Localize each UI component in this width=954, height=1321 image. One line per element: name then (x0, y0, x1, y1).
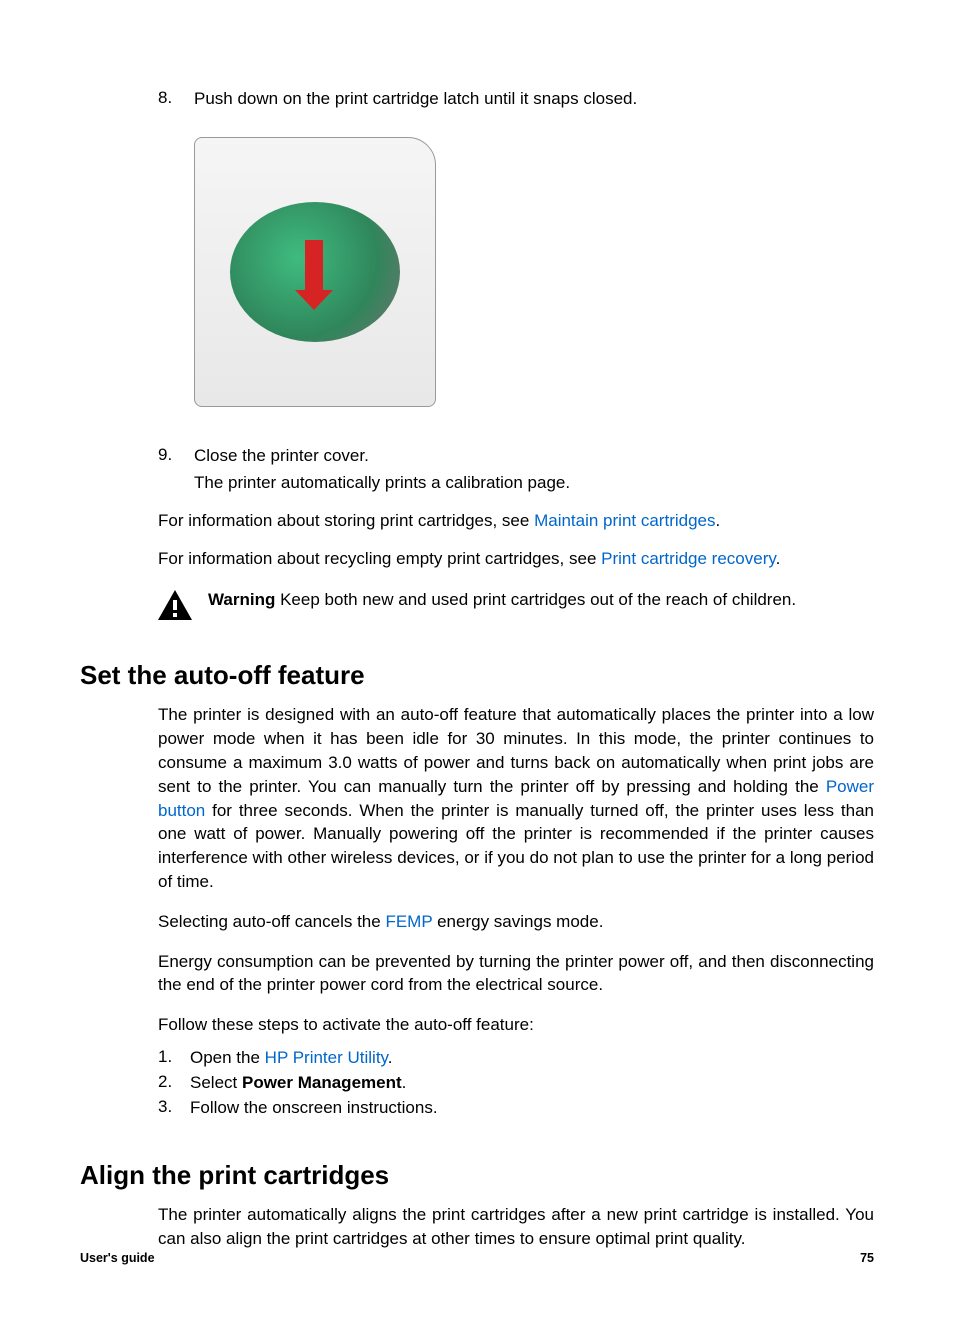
warning-label: Warning (208, 590, 275, 609)
autooff-p1-b: for three seconds. When the printer is m… (158, 801, 874, 891)
warning-text: Warning Keep both new and used print car… (208, 588, 796, 612)
autooff-step-2: 2. Select Power Management. (158, 1072, 874, 1095)
autooff-p3: Energy consumption can be prevented by t… (158, 950, 874, 998)
step-9-number: 9. (158, 445, 194, 468)
autooff-step-2-text: Select Power Management. (190, 1072, 406, 1095)
info-storing-suffix: . (716, 511, 721, 530)
figure-cartridge-latch (194, 137, 436, 407)
autooff-step-1-prefix: Open the (190, 1048, 265, 1067)
autooff-step-1: 1. Open the HP Printer Utility. (158, 1047, 874, 1070)
autooff-step-2-num: 2. (158, 1072, 190, 1095)
footer-page-number: 75 (860, 1251, 874, 1265)
autooff-step-2-bold: Power Management (242, 1073, 402, 1092)
step-9-text: Close the printer cover. (194, 445, 369, 468)
step-9-subtext: The printer automatically prints a calib… (194, 472, 874, 495)
autooff-step-2-suffix: . (402, 1073, 407, 1092)
link-hp-printer-utility[interactable]: HP Printer Utility (265, 1048, 388, 1067)
step-8: 8. Push down on the print cartridge latc… (158, 88, 874, 111)
info-storing-prefix: For information about storing print cart… (158, 511, 534, 530)
info-storing: For information about storing print cart… (158, 509, 874, 533)
warning-block: Warning Keep both new and used print car… (158, 588, 874, 620)
info-recycling-prefix: For information about recycling empty pr… (158, 549, 601, 568)
autooff-step-3-num: 3. (158, 1097, 190, 1120)
footer-left: User's guide (80, 1251, 155, 1265)
autooff-step-3: 3. Follow the onscreen instructions. (158, 1097, 874, 1120)
autooff-step-1-suffix: . (388, 1048, 393, 1067)
figure-down-arrow-icon (305, 240, 323, 292)
autooff-step-1-text: Open the HP Printer Utility. (190, 1047, 393, 1070)
autooff-p4: Follow these steps to activate the auto-… (158, 1013, 874, 1037)
step-9: 9. Close the printer cover. (158, 445, 874, 468)
page-content: 8. Push down on the print cartridge latc… (80, 88, 874, 1250)
info-recycling: For information about recycling empty pr… (158, 547, 874, 571)
step-8-number: 8. (158, 88, 194, 111)
autooff-steps: 1. Open the HP Printer Utility. 2. Selec… (158, 1047, 874, 1120)
link-maintain-cartridges[interactable]: Maintain print cartridges (534, 511, 715, 530)
autooff-p2: Selecting auto-off cancels the FEMP ener… (158, 910, 874, 934)
autooff-p2-a: Selecting auto-off cancels the (158, 912, 385, 931)
step-8-text: Push down on the print cartridge latch u… (194, 88, 637, 111)
autooff-step-1-num: 1. (158, 1047, 190, 1070)
warning-icon (158, 590, 192, 620)
align-p1: The printer automatically aligns the pri… (158, 1203, 874, 1251)
link-femp[interactable]: FEMP (385, 912, 432, 931)
autooff-p1: The printer is designed with an auto-off… (158, 703, 874, 893)
warning-body: Keep both new and used print cartridges … (275, 590, 796, 609)
link-cartridge-recovery[interactable]: Print cartridge recovery (601, 549, 775, 568)
heading-auto-off: Set the auto-off feature (80, 660, 874, 691)
autooff-step-2-prefix: Select (190, 1073, 242, 1092)
info-recycling-suffix: . (776, 549, 781, 568)
heading-align-cartridges: Align the print cartridges (80, 1160, 874, 1191)
autooff-step-3-text: Follow the onscreen instructions. (190, 1097, 438, 1120)
autooff-p2-b: energy savings mode. (432, 912, 603, 931)
page-footer: User's guide 75 (80, 1251, 874, 1265)
autooff-p1-a: The printer is designed with an auto-off… (158, 705, 874, 795)
